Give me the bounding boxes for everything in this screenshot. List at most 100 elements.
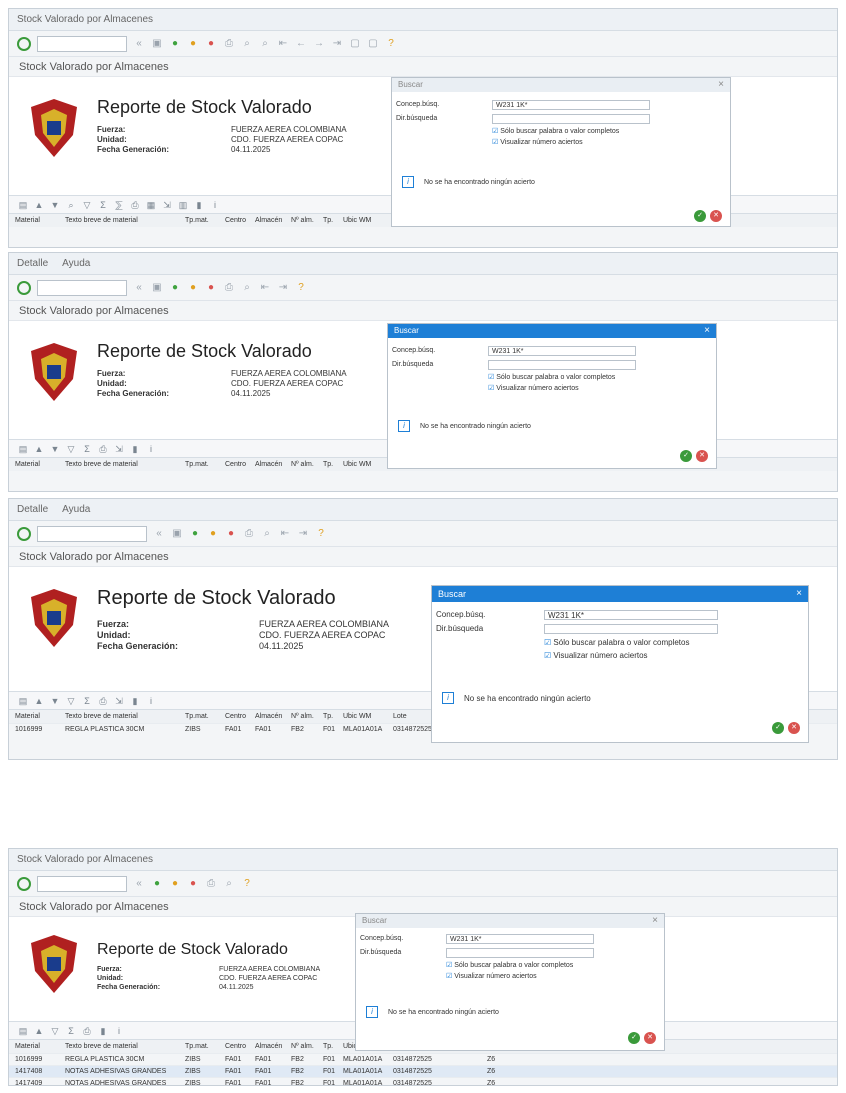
close-icon[interactable]: × — [796, 586, 802, 602]
ok-button[interactable]: ✓ — [694, 210, 706, 222]
col-tpmat[interactable]: Tp.mat. — [185, 710, 225, 723]
shortcut-icon[interactable]: ▢ — [367, 38, 379, 50]
check-whole-word[interactable]: ☑ Sólo buscar palabra o valor completos — [356, 960, 664, 971]
enter-icon[interactable] — [17, 876, 31, 891]
col-tp[interactable]: Tp. — [323, 458, 343, 471]
prev-page-icon[interactable]: ← — [295, 38, 307, 50]
view-icon[interactable]: ▦ — [145, 199, 157, 211]
last-page-icon[interactable]: ⇥ — [277, 282, 289, 294]
back-icon[interactable]: « — [133, 282, 145, 294]
back-icon[interactable]: « — [153, 528, 165, 540]
col-almacen[interactable]: Almacén — [255, 214, 291, 227]
back-icon[interactable]: « — [133, 878, 145, 890]
sum-icon[interactable]: Σ — [97, 199, 109, 211]
close-icon[interactable]: × — [718, 78, 724, 92]
print-icon[interactable]: ⎙ — [243, 528, 255, 540]
back-icon[interactable]: « — [133, 38, 145, 50]
cancel-button[interactable]: ✕ — [644, 1032, 656, 1044]
col-tp[interactable]: Tp. — [323, 710, 343, 723]
command-field[interactable] — [37, 875, 127, 892]
col-tpmat[interactable]: Tp.mat. — [185, 214, 225, 227]
direction-select[interactable] — [446, 948, 594, 958]
info-icon[interactable]: i — [209, 199, 221, 211]
save-icon[interactable]: ▣ — [151, 282, 163, 294]
col-texto[interactable]: Texto breve de material — [65, 458, 185, 471]
col-tp[interactable]: Tp. — [323, 214, 343, 227]
command-field[interactable] — [37, 525, 147, 542]
check-show-count[interactable]: ☑ Visualizar número aciertos — [392, 137, 730, 148]
col-tpmat[interactable]: Tp.mat. — [185, 458, 225, 471]
find-icon[interactable]: ⌕ — [223, 878, 235, 890]
cancel-button[interactable]: ✕ — [696, 450, 708, 462]
details-icon[interactable]: ▤ — [17, 443, 29, 455]
col-almacen[interactable]: Almacén — [255, 710, 291, 723]
sort-asc-icon[interactable]: ▲ — [33, 199, 45, 211]
sort-desc-icon[interactable]: ▼ — [49, 443, 61, 455]
layout-icon[interactable]: ▥ — [177, 199, 189, 211]
subtotal-icon[interactable]: ⅀ — [113, 199, 125, 211]
graph-icon[interactable]: ▮ — [129, 695, 141, 707]
details-icon[interactable]: ▤ — [17, 695, 29, 707]
col-nalm[interactable]: Nº alm. — [291, 1040, 323, 1053]
print-icon[interactable]: ⎙ — [129, 199, 141, 211]
details-icon[interactable]: ▤ — [17, 1025, 29, 1037]
graph-icon[interactable]: ▮ — [129, 443, 141, 455]
sum-icon[interactable]: Σ — [65, 1025, 77, 1037]
col-texto[interactable]: Texto breve de material — [65, 214, 185, 227]
info-icon[interactable]: i — [113, 1025, 125, 1037]
next-page-icon[interactable]: → — [313, 38, 325, 50]
check-show-count[interactable]: ☑ Visualizar número aciertos — [356, 971, 664, 982]
cancel-icon[interactable]: ● — [225, 528, 237, 540]
col-almacen[interactable]: Almacén — [255, 1040, 291, 1053]
col-centro[interactable]: Centro — [225, 458, 255, 471]
enter-icon[interactable] — [17, 280, 31, 295]
col-texto[interactable]: Texto breve de material — [65, 1040, 185, 1053]
enter-icon[interactable] — [17, 36, 31, 51]
direction-select[interactable] — [488, 360, 636, 370]
cancel-icon[interactable]: ● — [205, 38, 217, 50]
concept-input[interactable]: W231 1K* — [446, 934, 594, 944]
col-texto[interactable]: Texto breve de material — [65, 710, 185, 723]
filter-icon[interactable]: ▽ — [65, 443, 77, 455]
find-icon[interactable]: ⌕ — [261, 528, 273, 540]
col-centro[interactable]: Centro — [225, 1040, 255, 1053]
back-green-icon[interactable]: ● — [151, 878, 163, 890]
new-session-icon[interactable]: ▢ — [349, 38, 361, 50]
check-whole-word[interactable]: ☑ Sólo buscar palabra o valor completos — [392, 126, 730, 137]
print-icon[interactable]: ⎙ — [223, 38, 235, 50]
ok-button[interactable]: ✓ — [772, 722, 784, 734]
cancel-icon[interactable]: ● — [187, 878, 199, 890]
concept-input[interactable]: W231 1K* — [544, 610, 718, 620]
col-centro[interactable]: Centro — [225, 214, 255, 227]
sort-desc-icon[interactable]: ▼ — [49, 199, 61, 211]
find-icon[interactable]: ⌕ — [241, 38, 253, 50]
export-icon[interactable]: ⇲ — [113, 695, 125, 707]
direction-select[interactable] — [544, 624, 718, 634]
check-whole-word[interactable]: ☑ Sólo buscar palabra o valor completos — [388, 372, 716, 383]
export-icon[interactable]: ⇲ — [161, 199, 173, 211]
sort-asc-icon[interactable]: ▲ — [33, 1025, 45, 1037]
concept-input[interactable]: W231 1K* — [492, 100, 650, 110]
sort-desc-icon[interactable]: ▼ — [49, 695, 61, 707]
menu-detalle[interactable]: Detalle — [17, 253, 48, 274]
exit-icon[interactable]: ● — [187, 282, 199, 294]
graph-icon[interactable]: ▮ — [193, 199, 205, 211]
col-material[interactable]: Material — [15, 214, 65, 227]
first-page-icon[interactable]: ⇤ — [277, 38, 289, 50]
col-ubic[interactable]: Ubic WM — [343, 710, 393, 723]
filter-icon[interactable]: ▽ — [65, 695, 77, 707]
filter-icon[interactable]: ▽ — [81, 199, 93, 211]
col-ubic[interactable]: Ubic WM — [343, 214, 393, 227]
col-material[interactable]: Material — [15, 1040, 65, 1053]
save-icon[interactable]: ▣ — [171, 528, 183, 540]
table-row[interactable]: 1417408 NOTAS ADHESIVAS GRANDES ZIBS FA0… — [9, 1065, 837, 1077]
export-icon[interactable]: ⇲ — [113, 443, 125, 455]
enter-icon[interactable] — [17, 526, 31, 541]
find-next-icon[interactable]: ⌕ — [259, 38, 271, 50]
help-icon[interactable]: ? — [315, 528, 327, 540]
concept-input[interactable]: W231 1K* — [488, 346, 636, 356]
find-icon[interactable]: ⌕ — [241, 282, 253, 294]
menu-ayuda[interactable]: Ayuda — [62, 253, 90, 274]
help-icon[interactable]: ? — [241, 878, 253, 890]
help-icon[interactable]: ? — [295, 282, 307, 294]
